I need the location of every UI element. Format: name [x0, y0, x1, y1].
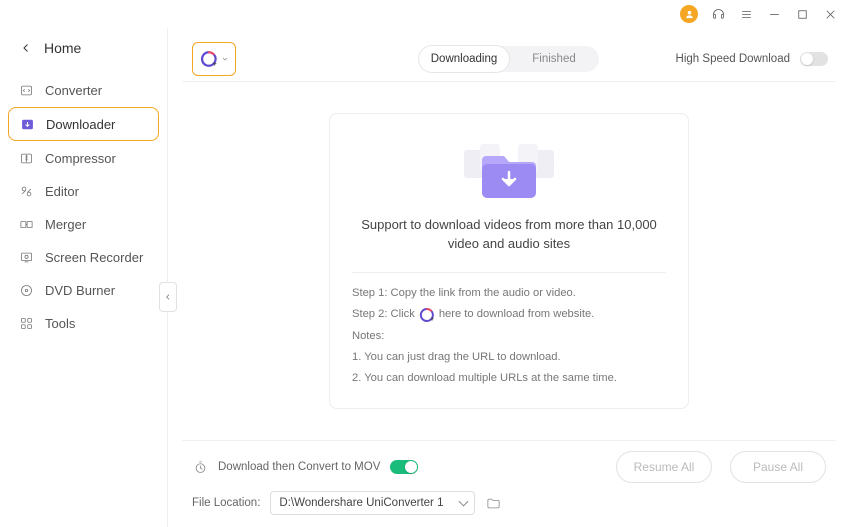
note-2-text: 2. You can download multiple URLs at the… — [352, 368, 666, 389]
convert-label: Download then Convert to MOV — [218, 461, 380, 473]
sidebar: Home Converter Downloader Compressor Ed — [0, 28, 168, 527]
menu-icon[interactable] — [738, 6, 754, 22]
timer-icon — [192, 459, 208, 475]
chevron-left-icon — [20, 42, 32, 54]
sidebar-item-tools[interactable]: Tools — [8, 307, 159, 339]
sidebar-item-label: Tools — [45, 316, 75, 331]
sidebar-item-screen-recorder[interactable]: Screen Recorder — [8, 241, 159, 273]
divider — [352, 272, 666, 273]
download-folder-illustration — [352, 136, 666, 206]
titlebar — [0, 0, 850, 28]
convert-toggle[interactable] — [390, 460, 418, 474]
minimize-icon[interactable] — [766, 6, 782, 22]
app-logo-icon: + — [419, 307, 435, 323]
high-speed-label: High Speed Download — [676, 53, 790, 65]
maximize-icon[interactable] — [794, 6, 810, 22]
open-folder-icon[interactable] — [485, 495, 501, 511]
downloader-icon — [19, 116, 35, 132]
sidebar-item-label: Screen Recorder — [45, 250, 143, 265]
home-nav[interactable]: Home — [0, 28, 167, 70]
app-logo-icon: + — [200, 50, 218, 68]
step-1-text: Step 1: Copy the link from the audio or … — [352, 283, 666, 304]
empty-state-headline: Support to download videos from more tha… — [352, 216, 666, 254]
file-location-dropdown[interactable]: D:\Wondershare UniConverter 1 — [270, 491, 475, 515]
pause-all-button[interactable]: Pause All — [730, 451, 826, 483]
account-avatar[interactable] — [680, 5, 698, 23]
svg-text:+: + — [430, 317, 434, 323]
tab-switch: Downloading Finished — [419, 46, 599, 72]
svg-text:+: + — [212, 60, 216, 67]
sidebar-item-label: Merger — [45, 217, 86, 232]
note-1-text: 1. You can just drag the URL to download… — [352, 347, 666, 368]
dvd-burner-icon — [18, 282, 34, 298]
sidebar-item-downloader[interactable]: Downloader — [8, 107, 159, 141]
sidebar-item-label: DVD Burner — [45, 283, 115, 298]
file-location-label: File Location: — [192, 497, 260, 509]
sidebar-item-compressor[interactable]: Compressor — [8, 142, 159, 174]
merger-icon — [18, 216, 34, 232]
tab-finished[interactable]: Finished — [509, 46, 599, 72]
sidebar-collapse-handle[interactable] — [159, 282, 177, 312]
tools-icon — [18, 315, 34, 331]
resume-all-button[interactable]: Resume All — [616, 451, 712, 483]
close-icon[interactable] — [822, 6, 838, 22]
home-label: Home — [44, 40, 81, 56]
add-download-button[interactable]: + — [192, 42, 236, 76]
sidebar-item-label: Compressor — [45, 151, 116, 166]
sidebar-item-label: Editor — [45, 184, 79, 199]
sidebar-item-dvd-burner[interactable]: DVD Burner — [8, 274, 159, 306]
sidebar-item-editor[interactable]: Editor — [8, 175, 159, 207]
step-2-text: Step 2: Click + here to download from we… — [352, 304, 666, 325]
notes-heading: Notes: — [352, 326, 666, 347]
tab-downloading[interactable]: Downloading — [419, 46, 509, 72]
chevron-left-icon — [164, 293, 172, 301]
sidebar-item-merger[interactable]: Merger — [8, 208, 159, 240]
toolbar: + Downloading Finished High Speed Downlo… — [182, 36, 836, 82]
chevron-down-icon — [221, 55, 229, 63]
high-speed-toggle[interactable] — [800, 52, 828, 66]
editor-icon — [18, 183, 34, 199]
sidebar-item-label: Converter — [45, 83, 102, 98]
sidebar-item-label: Downloader — [46, 117, 115, 132]
converter-icon — [18, 82, 34, 98]
screen-recorder-icon — [18, 249, 34, 265]
support-icon[interactable] — [710, 6, 726, 22]
empty-state-card: Support to download videos from more tha… — [329, 113, 689, 408]
sidebar-item-converter[interactable]: Converter — [8, 74, 159, 106]
footer: Download then Convert to MOV Resume All … — [182, 440, 836, 519]
compressor-icon — [18, 150, 34, 166]
